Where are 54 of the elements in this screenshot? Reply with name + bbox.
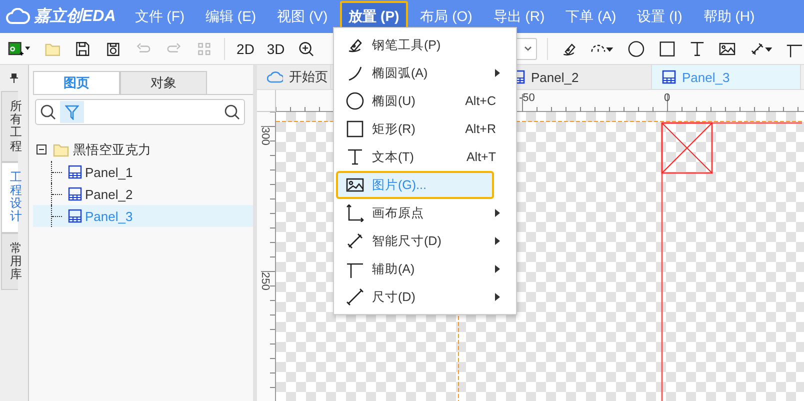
menu-option[interactable]: 矩形(R) Alt+R [336, 115, 494, 143]
project-name[interactable]: 黑悟空亚克力 [73, 141, 151, 159]
search-field[interactable] [35, 99, 245, 125]
tree-item[interactable]: Panel_1 [33, 161, 253, 183]
view-mode-button[interactable]: 3D [266, 36, 286, 60]
search-icon [224, 104, 240, 120]
arc-icon [346, 64, 364, 82]
menu-option[interactable]: 尺寸(D) [336, 283, 494, 311]
shortcut-label: Alt+C [465, 94, 496, 108]
panel-sheet-icon [68, 209, 82, 223]
collapse-toggle-icon[interactable] [35, 143, 49, 157]
new-board-icon [8, 40, 30, 58]
circle-icon [346, 92, 364, 110]
menu-option[interactable]: 椭圆弧(A) [336, 59, 494, 87]
text-tool-icon [346, 148, 364, 166]
menu-option[interactable]: 椭圆(U) Alt+C [336, 87, 494, 115]
ruler-label: 250 [259, 272, 271, 290]
tree-item-label: Panel_2 [85, 186, 133, 202]
save-icon [74, 40, 91, 58]
view-mode-button[interactable]: 2D [235, 36, 256, 60]
cloud-logo-icon [6, 8, 30, 26]
image-icon [346, 176, 364, 194]
panel-sheet-icon [662, 70, 676, 84]
zoom-in-icon [298, 40, 314, 58]
filter-toggle[interactable] [60, 101, 84, 123]
folder-icon [53, 143, 69, 157]
panel-tab[interactable]: 图页 [33, 71, 120, 94]
panel-sheet-icon [68, 187, 82, 201]
app-logo-text: 嘉立创EDA [34, 6, 116, 27]
document-tab[interactable]: 开始页 [257, 65, 331, 89]
menu-option[interactable]: 钢笔工具(P) [336, 31, 494, 59]
filter-icon [65, 104, 79, 120]
chevron-down-icon [524, 46, 532, 52]
ruler-label: 300 [259, 127, 271, 146]
dimension-icon [346, 232, 364, 250]
menu-option[interactable]: 辅助(A) [336, 255, 494, 283]
ruler-line-icon [346, 288, 364, 306]
menu-option[interactable]: 智能尺寸(D) [336, 227, 494, 255]
rectangle-icon [658, 40, 675, 58]
menu-option[interactable]: 画布原点 [336, 199, 494, 227]
circle-icon [628, 40, 645, 58]
tree-item-label: Panel_1 [85, 164, 133, 180]
origin-axes-icon [346, 204, 364, 222]
shortcut-label: Alt+R [465, 122, 496, 136]
rectangle-icon [346, 120, 364, 138]
shortcut-label: Alt+T [466, 150, 496, 164]
search-icon [40, 104, 56, 120]
cloud-icon [267, 71, 283, 83]
panel-tab[interactable]: 对象 [120, 71, 207, 94]
tree-item-label: Panel_3 [85, 208, 133, 224]
menu-option[interactable]: 文本(T) Alt+T [336, 143, 494, 171]
pin-icon[interactable] [10, 73, 18, 83]
text-tool-icon [688, 40, 706, 58]
panel-sheet-icon [68, 165, 82, 179]
